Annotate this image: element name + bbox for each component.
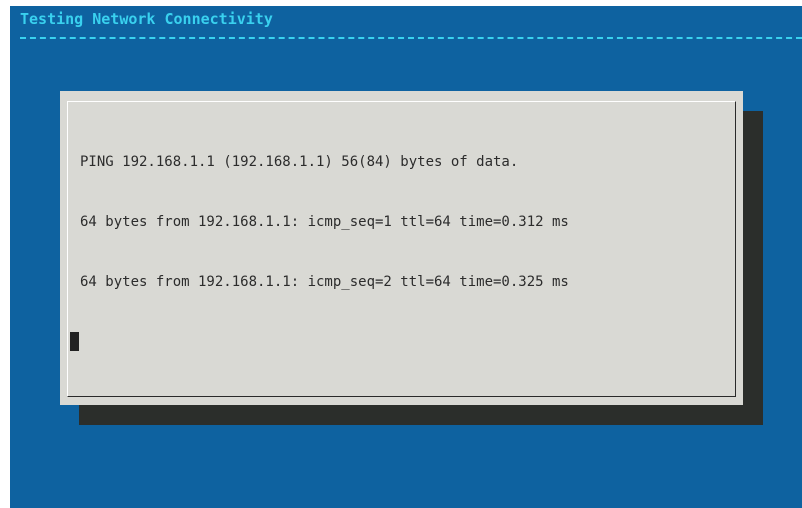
terminal-screen: Testing Network Connectivity PING 192.16… bbox=[10, 6, 802, 508]
output-line: 64 bytes from 192.168.1.1: icmp_seq=2 tt… bbox=[80, 274, 569, 290]
backtitle: Testing Network Connectivity bbox=[20, 10, 273, 28]
output-line: PING 192.168.1.1 (192.168.1.1) 56(84) by… bbox=[80, 154, 519, 170]
text-cursor bbox=[70, 332, 79, 351]
cursor-line bbox=[70, 332, 569, 352]
command-output: PING 192.168.1.1 (192.168.1.1) 56(84) by… bbox=[70, 112, 569, 392]
backtitle-divider bbox=[20, 37, 802, 39]
program-box-dialog: PING 192.168.1.1 (192.168.1.1) 56(84) by… bbox=[60, 91, 743, 405]
output-line: 64 bytes from 192.168.1.1: icmp_seq=1 tt… bbox=[80, 214, 569, 230]
